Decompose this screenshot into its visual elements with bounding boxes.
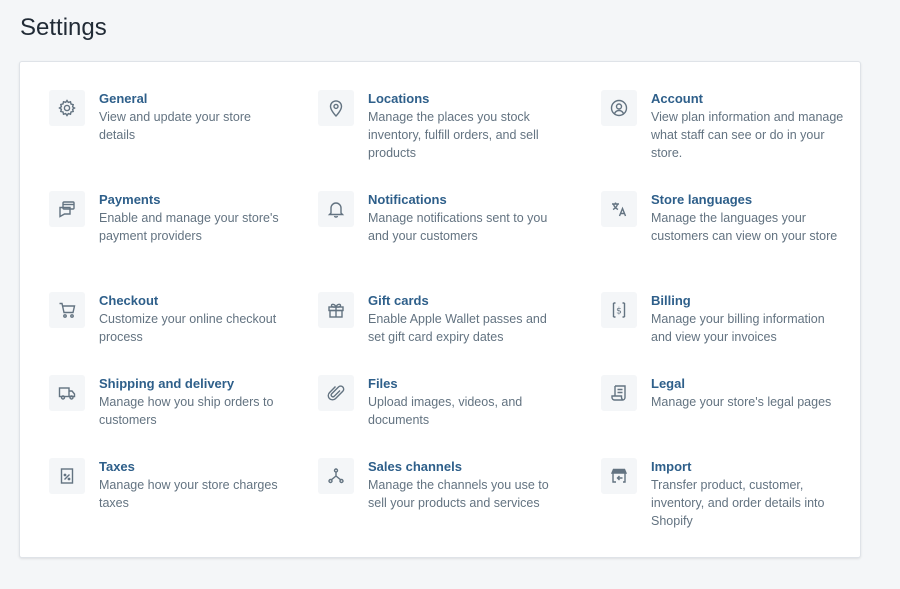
item-title: Notifications bbox=[368, 192, 447, 207]
settings-item-store-languages[interactable]: Store languages Manage the languages you… bbox=[601, 191, 846, 245]
item-title: Shipping and delivery bbox=[99, 376, 235, 391]
item-title: General bbox=[99, 91, 148, 106]
settings-item-notifications[interactable]: Notifications Manage notifications sent … bbox=[318, 191, 563, 245]
taxes-icon bbox=[49, 458, 85, 494]
settings-item-checkout[interactable]: Checkout Customize your online checkout … bbox=[49, 292, 289, 346]
item-title: Files bbox=[368, 376, 398, 391]
item-description: Manage the languages your customers can … bbox=[651, 211, 838, 243]
item-description: Manage the channels you use to sell your… bbox=[368, 478, 549, 510]
item-description: Manage how you ship orders to customers bbox=[99, 395, 274, 427]
item-title: Legal bbox=[651, 376, 685, 391]
item-title: Billing bbox=[651, 293, 691, 308]
settings-item-sales-channels[interactable]: Sales channels Manage the channels you u… bbox=[318, 458, 563, 512]
settings-item-files[interactable]: Files Upload images, videos, and documen… bbox=[318, 375, 563, 429]
item-description: Customize your online checkout process bbox=[99, 312, 277, 344]
settings-item-payments[interactable]: Payments Enable and manage your store's … bbox=[49, 191, 289, 245]
settings-item-general[interactable]: General View and update your store detai… bbox=[49, 90, 289, 144]
item-title: Payments bbox=[99, 192, 161, 207]
item-description: Manage the places you stock inventory, f… bbox=[368, 110, 539, 160]
location-pin-icon bbox=[318, 90, 354, 126]
settings-item-import[interactable]: Import Transfer product, customer, inven… bbox=[601, 458, 846, 530]
item-title: Sales channels bbox=[368, 459, 462, 474]
sales-channels-icon bbox=[318, 458, 354, 494]
item-description: View and update your store details bbox=[99, 110, 251, 142]
import-icon bbox=[601, 458, 637, 494]
svg-text:$: $ bbox=[616, 307, 622, 317]
item-description: Manage your store's legal pages bbox=[651, 395, 832, 409]
billing-icon: $ bbox=[601, 292, 637, 328]
item-description: Enable Apple Wallet passes and set gift … bbox=[368, 312, 547, 344]
item-title: Taxes bbox=[99, 459, 135, 474]
item-description: Manage how your store charges taxes bbox=[99, 478, 278, 510]
settings-item-taxes[interactable]: Taxes Manage how your store charges taxe… bbox=[49, 458, 289, 512]
item-title: Account bbox=[651, 91, 703, 106]
truck-icon bbox=[49, 375, 85, 411]
item-title: Store languages bbox=[651, 192, 753, 207]
paperclip-icon bbox=[318, 375, 354, 411]
item-title: Checkout bbox=[99, 293, 159, 308]
settings-item-legal[interactable]: Legal Manage your store's legal pages bbox=[601, 375, 846, 411]
legal-icon bbox=[601, 375, 637, 411]
settings-item-locations[interactable]: Locations Manage the places you stock in… bbox=[318, 90, 563, 162]
item-title: Gift cards bbox=[368, 293, 429, 308]
translate-icon bbox=[601, 191, 637, 227]
item-description: Transfer product, customer, inventory, a… bbox=[651, 478, 825, 528]
settings-item-gift-cards[interactable]: Gift cards Enable Apple Wallet passes an… bbox=[318, 292, 563, 346]
item-description: Upload images, videos, and documents bbox=[368, 395, 523, 427]
settings-item-billing[interactable]: $ Billing Manage your billing informatio… bbox=[601, 292, 846, 346]
bell-icon bbox=[318, 191, 354, 227]
item-title: Locations bbox=[368, 91, 430, 106]
item-title: Import bbox=[651, 459, 692, 474]
settings-card: General View and update your store detai… bbox=[19, 61, 861, 558]
item-description: Manage your billing information and view… bbox=[651, 312, 825, 344]
item-description: View plan information and manage what st… bbox=[651, 110, 844, 160]
item-description: Enable and manage your store's payment p… bbox=[99, 211, 279, 243]
cart-icon bbox=[49, 292, 85, 328]
settings-item-account[interactable]: Account View plan information and manage… bbox=[601, 90, 846, 162]
gear-icon bbox=[49, 90, 85, 126]
payments-icon bbox=[49, 191, 85, 227]
settings-item-shipping-and-delivery[interactable]: Shipping and delivery Manage how you shi… bbox=[49, 375, 289, 429]
account-icon bbox=[601, 90, 637, 126]
gift-icon bbox=[318, 292, 354, 328]
page-title: Settings bbox=[20, 14, 107, 41]
item-description: Manage notifications sent to you and you… bbox=[368, 211, 548, 243]
